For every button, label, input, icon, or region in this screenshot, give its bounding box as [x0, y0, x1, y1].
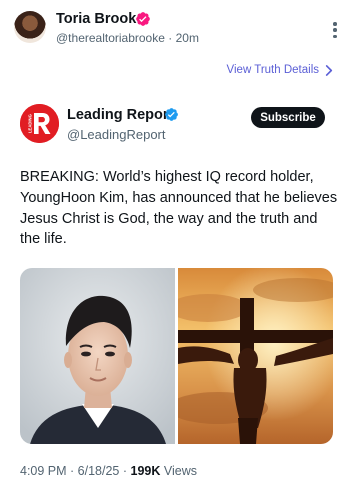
media-grid — [20, 268, 333, 444]
meta-separator: · — [168, 31, 173, 45]
post-timestamp: 4:09 PM · 6/18/25 · 199K Views — [20, 464, 197, 478]
verified-badge-icon — [165, 108, 178, 121]
chevron-right-icon — [325, 64, 333, 76]
time-ago: 20m — [175, 31, 199, 45]
post-text: BREAKING: World’s highest IQ record hold… — [20, 169, 338, 248]
leading-report-logo-mark: LEADING — [20, 104, 59, 143]
views-count: 199K — [130, 464, 161, 478]
views-label: Views — [163, 464, 197, 478]
view-truth-details-label: View Truth Details — [226, 64, 319, 76]
author-name[interactable]: Toria Brooke — [56, 11, 144, 27]
more-options-icon[interactable] — [333, 22, 337, 38]
subscribe-button[interactable]: Subscribe — [251, 107, 325, 128]
post-header: Toria Brooke @therealtoriabrooke · 20m — [0, 0, 353, 56]
quoted-author-name[interactable]: Leading Report — [67, 107, 173, 123]
author-handle[interactable]: @therealtoriabrooke — [56, 31, 165, 45]
post-time: 4:09 PM · 6/18/25 · — [20, 464, 128, 478]
view-truth-details-link[interactable]: View Truth Details — [227, 64, 333, 76]
crucifix-photo[interactable] — [178, 268, 333, 444]
avatar[interactable] — [14, 11, 46, 43]
verified-badge-icon — [136, 12, 150, 26]
quoted-author-handle[interactable]: @LeadingReport — [67, 127, 165, 142]
svg-text:LEADING: LEADING — [28, 114, 33, 133]
author-meta: @therealtoriabrooke · 20m — [56, 31, 199, 45]
leading-report-logo[interactable]: LEADING — [20, 104, 59, 143]
portrait-photo[interactable] — [20, 268, 175, 444]
